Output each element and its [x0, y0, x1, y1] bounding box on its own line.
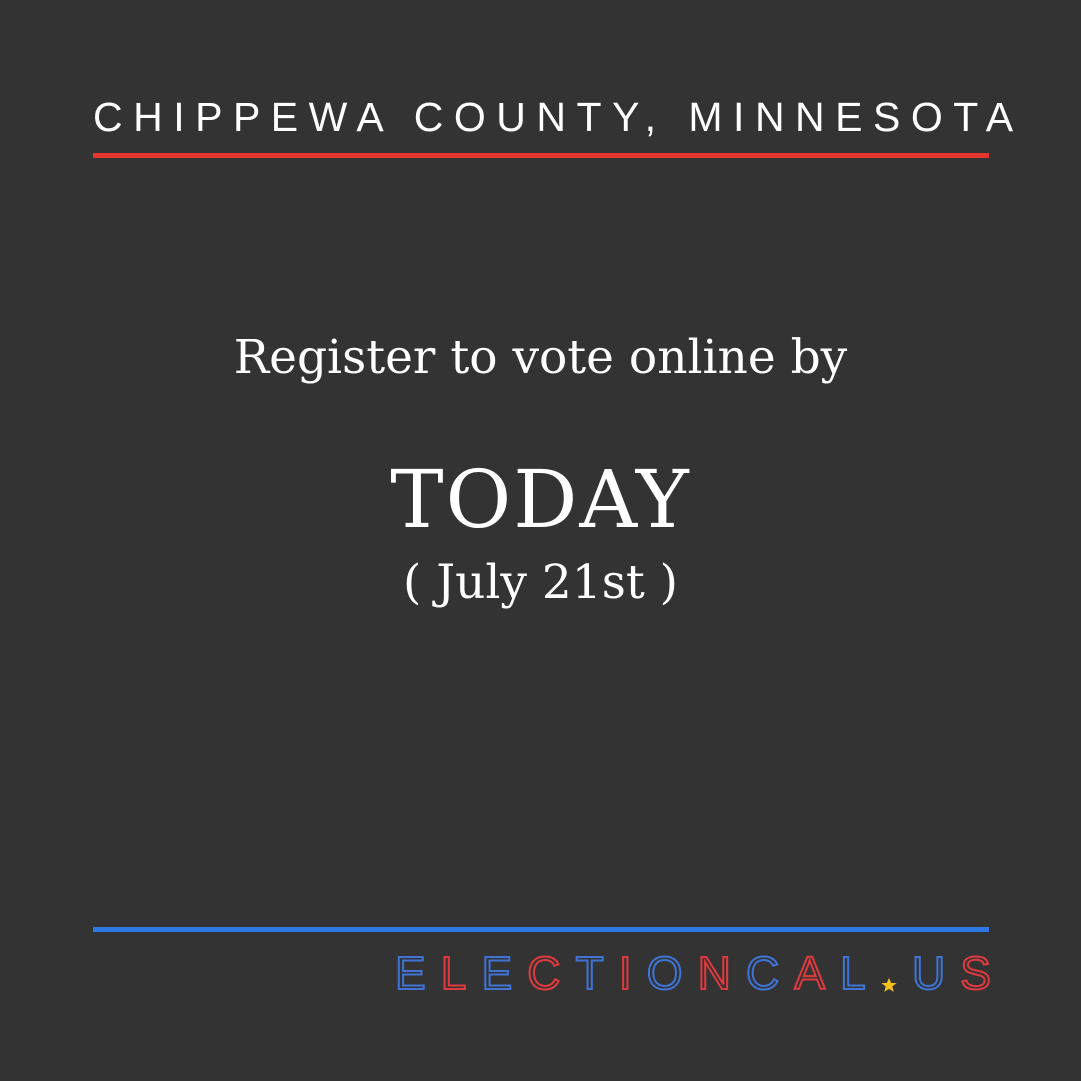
graphic-card: CHIPPEWA COUNTY, MINNESOTA Register to v…: [0, 0, 1081, 1081]
deadline-emphasis: TODAY: [390, 453, 691, 546]
logo-letter: E: [394, 947, 427, 999]
logo-letter: U: [911, 947, 946, 999]
logo-wordmark: ELECTIONCALUS: [394, 947, 992, 999]
red-divider: [93, 153, 989, 158]
star-icon: [881, 977, 897, 992]
logo-letter: A: [793, 947, 826, 999]
logo-letter: L: [440, 947, 468, 999]
logo-letter: S: [959, 947, 992, 999]
logo-letter: C: [745, 947, 780, 999]
logo-letter: L: [839, 947, 867, 999]
county-title: CHIPPEWA COUNTY, MINNESOTA: [93, 94, 1024, 140]
logo-letter: I: [618, 947, 633, 999]
logo-letter: N: [697, 947, 732, 999]
blue-divider: [93, 927, 989, 932]
deadline-date: ( July 21st ): [402, 555, 678, 610]
electioncal-logo: ELECTIONCALUS: [394, 947, 992, 999]
logo-letter: E: [481, 947, 514, 999]
logo-letter: O: [646, 947, 684, 999]
register-text: Register to vote online by: [233, 330, 848, 385]
logo-letter: T: [575, 947, 605, 999]
logo-letter: C: [526, 947, 561, 999]
